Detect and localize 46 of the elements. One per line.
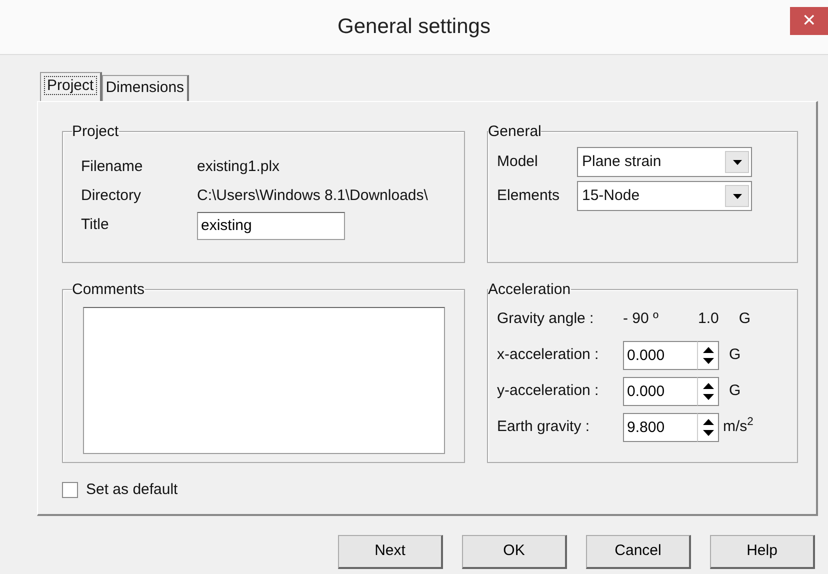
dropdown[interactable]: 15-Node xyxy=(577,181,752,211)
field-value: existing1.plx xyxy=(197,157,280,178)
field-label: Directory xyxy=(81,186,142,206)
spin-arrows-icon xyxy=(702,418,714,436)
dialog-button[interactable]: Cancel xyxy=(586,535,691,569)
field-label: Gravity angle : xyxy=(497,308,595,329)
close-button[interactable]: ✕ xyxy=(790,7,828,35)
tab[interactable]: Dimensions xyxy=(102,75,190,101)
number-field[interactable]: 0.000 xyxy=(623,340,697,370)
field-label: x-acceleration : xyxy=(497,344,600,365)
spin-button[interactable] xyxy=(697,412,719,442)
field-label: Filename xyxy=(81,157,144,178)
spin-arrows-icon xyxy=(702,382,714,400)
window-title: General settings xyxy=(338,14,490,40)
group-title: General xyxy=(488,124,542,139)
group-title: Acceleration xyxy=(488,282,571,297)
comments-field[interactable] xyxy=(83,307,445,454)
dialog-button[interactable]: OK xyxy=(462,535,567,569)
caret-icon xyxy=(732,160,742,164)
number-field[interactable]: 0.000 xyxy=(623,376,697,406)
group-title: Project xyxy=(72,124,119,139)
field-label: Model xyxy=(497,152,539,172)
unit-label: G xyxy=(729,344,741,365)
dialog-button[interactable]: Next xyxy=(338,535,443,569)
field-label: Elements xyxy=(497,186,561,206)
field-value: C:\Users\Windows 8.1\Downloads\ xyxy=(197,186,428,206)
unit-label: G xyxy=(729,380,741,401)
unit-label: m/s$^{2}$ xyxy=(723,416,754,437)
dialog-button[interactable]: Help xyxy=(710,535,815,569)
spin-button[interactable] xyxy=(697,340,719,370)
field-value: 1.0 xyxy=(698,308,719,329)
field-label: Title xyxy=(81,215,110,236)
caret-icon xyxy=(732,194,742,198)
checkbox[interactable] xyxy=(62,482,78,498)
spin-arrows-icon xyxy=(702,346,714,364)
field-label: y-acceleration : xyxy=(497,380,600,401)
unit-label: G xyxy=(738,308,751,329)
field-label: Earth gravity : xyxy=(497,416,591,437)
group-title: Comments xyxy=(72,282,145,297)
spin-button[interactable] xyxy=(697,376,719,406)
number-field[interactable]: 9.800 xyxy=(623,412,697,442)
checkbox-label[interactable]: Set as default xyxy=(86,479,178,502)
field-value: - 90 º xyxy=(623,308,660,329)
tab[interactable]: Project xyxy=(40,72,102,101)
dropdown[interactable]: Plane strain xyxy=(577,147,752,177)
title-field[interactable]: existing xyxy=(197,212,345,240)
